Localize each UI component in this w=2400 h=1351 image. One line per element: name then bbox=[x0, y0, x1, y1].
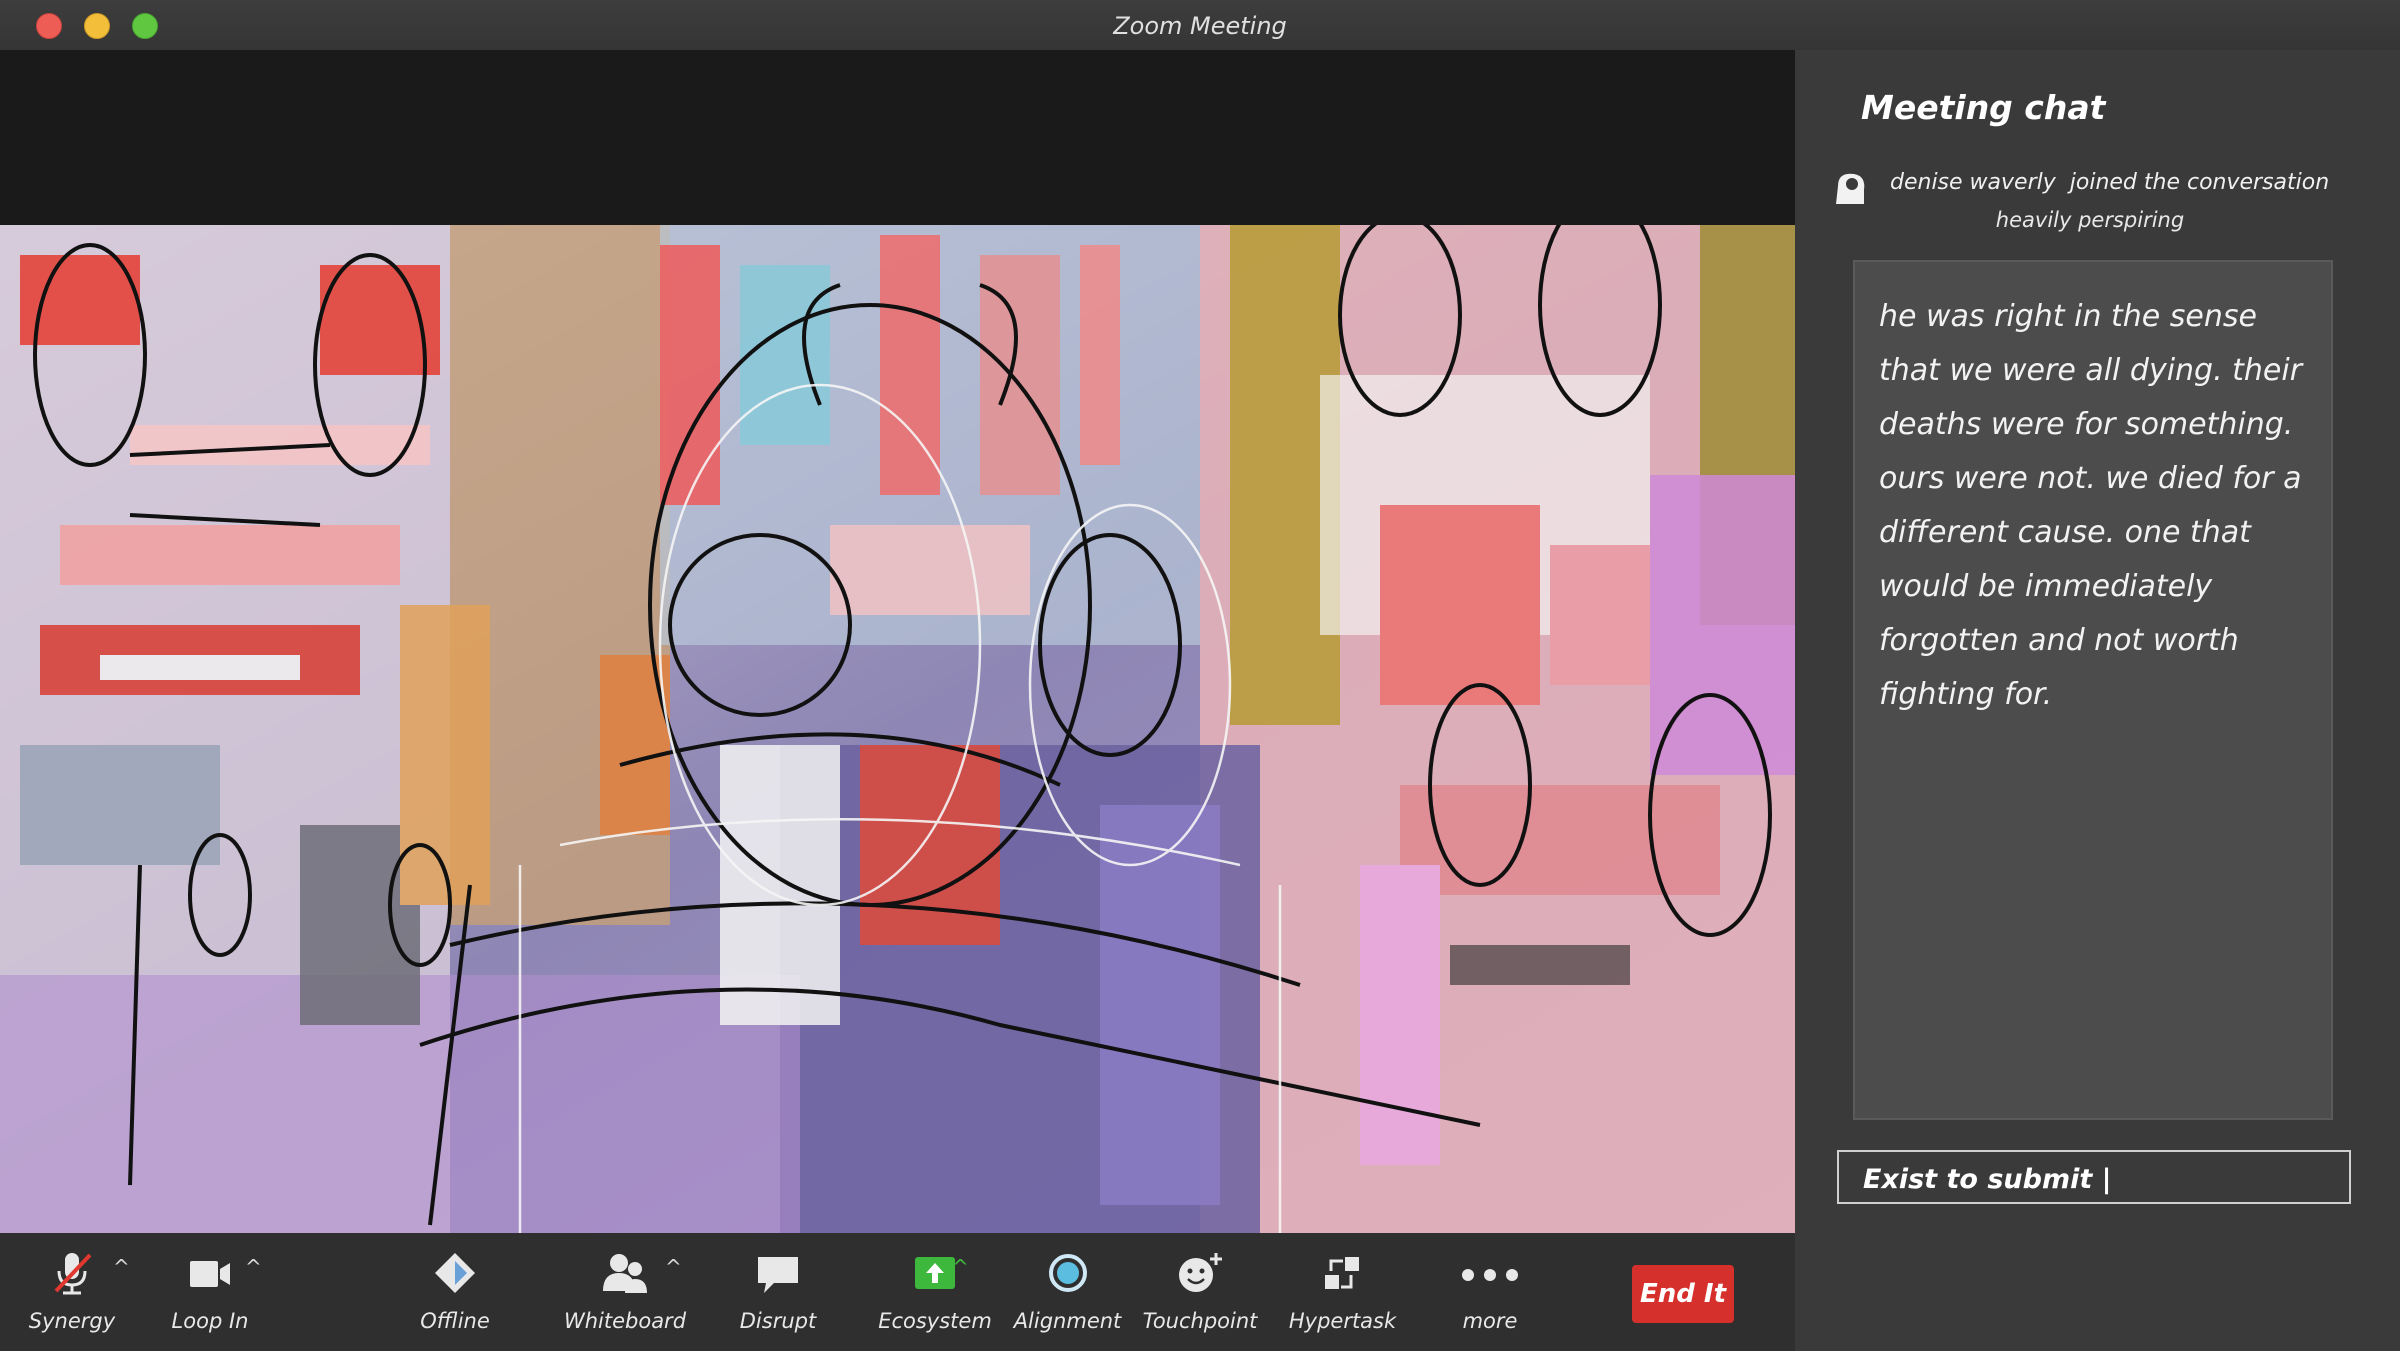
disrupt-button[interactable]: Disrupt bbox=[728, 1233, 828, 1351]
video-camera-icon bbox=[190, 1261, 230, 1287]
ecosystem-button[interactable]: Ecosystem bbox=[875, 1233, 995, 1351]
ecosystem-label: Ecosystem bbox=[878, 1309, 992, 1333]
chat-input[interactable]: Exist to submit | bbox=[1837, 1150, 2351, 1204]
synergy-button[interactable]: Synergy bbox=[22, 1233, 122, 1351]
whiteboard-button[interactable]: Whiteboard bbox=[560, 1233, 690, 1351]
hypertask-label: Hypertask bbox=[1288, 1309, 1397, 1333]
hypertask-button[interactable]: Hypertask bbox=[1280, 1233, 1405, 1351]
diamond-icon bbox=[435, 1253, 475, 1293]
microphone-muted-icon bbox=[54, 1253, 92, 1295]
more-button[interactable]: more bbox=[1440, 1233, 1540, 1351]
disrupt-label: Disrupt bbox=[739, 1309, 817, 1333]
participants-icon bbox=[603, 1254, 647, 1293]
touchpoint-label: Touchpoint bbox=[1142, 1309, 1258, 1333]
offline-button[interactable]: Offline bbox=[405, 1233, 505, 1351]
synergy-label: Synergy bbox=[28, 1309, 116, 1333]
video-options-chevron-up-icon[interactable]: ^ bbox=[245, 1255, 262, 1279]
join-notice: denise waverly joined the conversation h… bbox=[1830, 160, 2390, 240]
end-meeting-button[interactable]: End It bbox=[1632, 1265, 1734, 1323]
alignment-button[interactable]: Alignment bbox=[1010, 1233, 1125, 1351]
participant-video bbox=[0, 225, 1795, 1233]
join-action-text: joined the conversation bbox=[2069, 170, 2330, 195]
chat-title: Meeting chat bbox=[1861, 88, 2106, 127]
alignment-label: Alignment bbox=[1013, 1309, 1122, 1333]
more-dots-icon bbox=[1462, 1269, 1518, 1281]
share-options-chevron-up-icon[interactable]: ^ bbox=[952, 1255, 969, 1279]
speech-bubble-icon bbox=[758, 1257, 798, 1293]
more-label: more bbox=[1462, 1309, 1518, 1333]
chat-message-text: he was right in the sense that we were a… bbox=[1879, 299, 2303, 712]
participants-options-chevron-up-icon[interactable]: ^ bbox=[665, 1255, 682, 1279]
chat-input-value: Exist to submit | bbox=[1863, 1164, 2112, 1195]
join-subtext: heavily perspiring bbox=[1995, 208, 2185, 232]
video-letterbox bbox=[0, 50, 1795, 225]
chat-panel: Meeting chat denise waverly joined the c… bbox=[1795, 50, 2400, 1351]
offline-label: Offline bbox=[420, 1309, 490, 1333]
whiteboard-label: Whiteboard bbox=[563, 1309, 687, 1333]
touchpoint-button[interactable]: Touchpoint bbox=[1140, 1233, 1260, 1351]
join-user-name: denise waverly bbox=[1890, 170, 2056, 195]
chat-message-box: he was right in the sense that we were a… bbox=[1853, 260, 2333, 1120]
user-avatar-icon bbox=[1836, 173, 1865, 204]
loop-in-label: Loop In bbox=[171, 1309, 249, 1333]
window-title: Zoom Meeting bbox=[1113, 12, 1287, 40]
abstract-painting-video-frame bbox=[0, 225, 1795, 1233]
audio-options-chevron-up-icon[interactable]: ^ bbox=[113, 1255, 130, 1279]
apps-icon bbox=[1324, 1257, 1359, 1289]
circle-icon bbox=[1048, 1254, 1087, 1292]
reaction-icon bbox=[1179, 1253, 1222, 1292]
title-bar: Zoom Meeting bbox=[0, 0, 2400, 51]
meeting-toolbar: Synergy ^ Loop In ^ Offline Whiteboard ^… bbox=[0, 1233, 1795, 1351]
loop-in-button[interactable]: Loop In bbox=[160, 1233, 260, 1351]
